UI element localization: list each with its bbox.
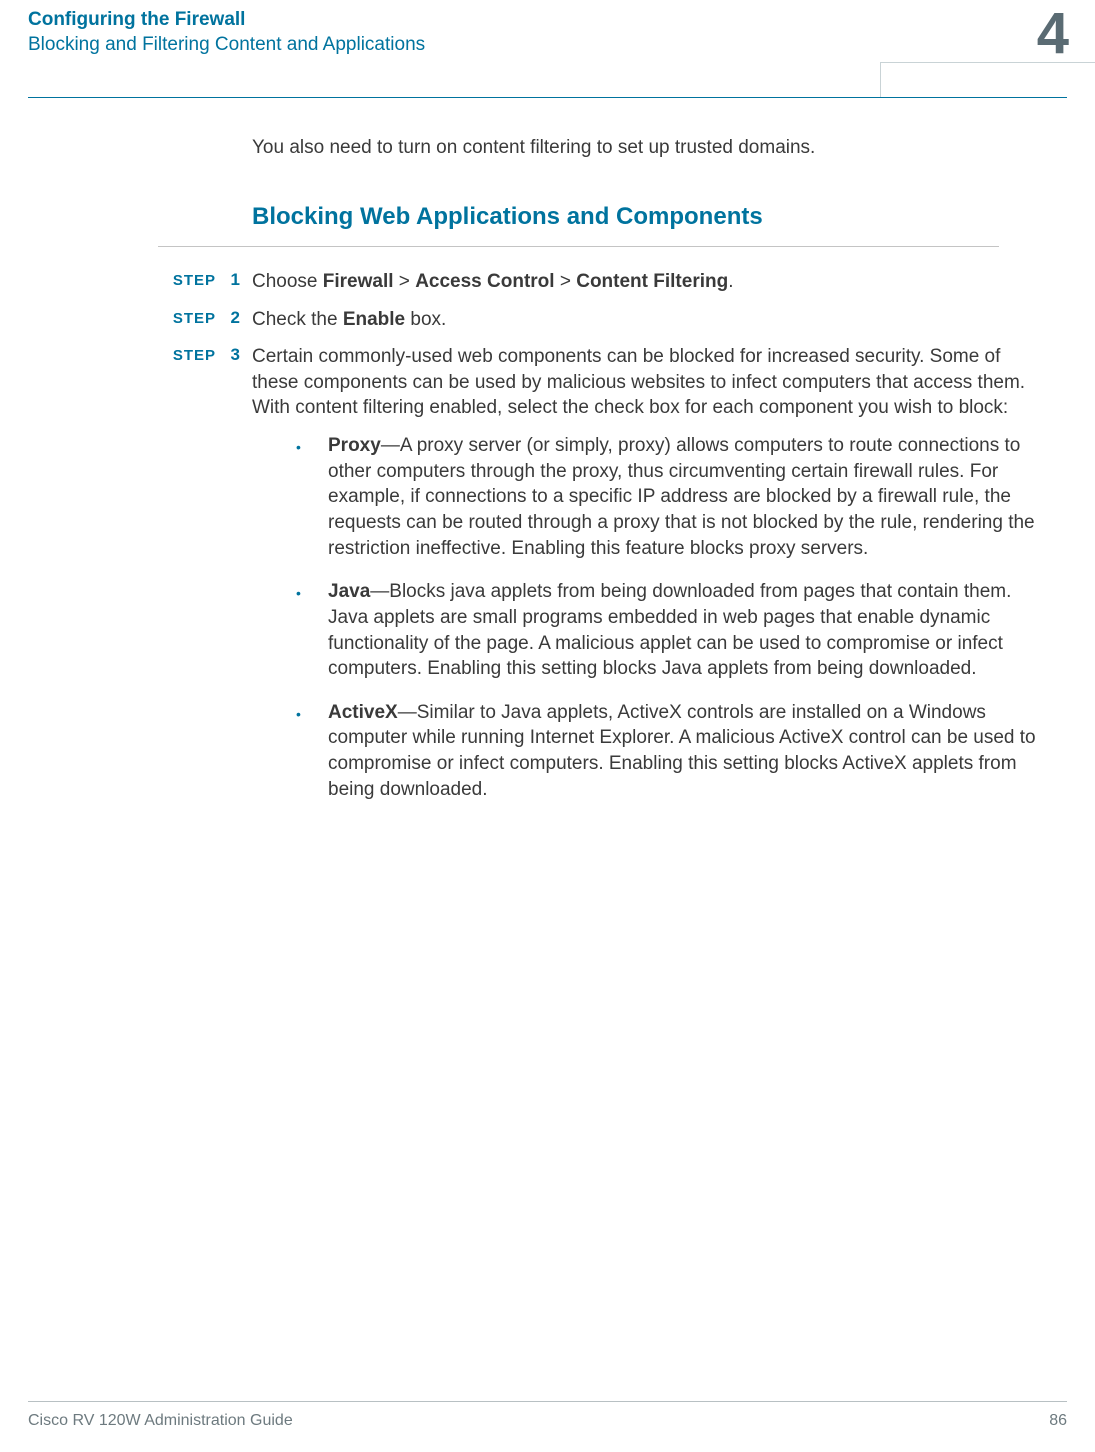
step-body: Certain commonly-used web components can…	[252, 344, 1047, 820]
breadcrumb-part: Content Filtering	[576, 271, 728, 292]
chapter-tab	[880, 62, 1095, 97]
chapter-title: Configuring the Firewall	[28, 8, 1095, 33]
step-number: 3	[220, 344, 240, 820]
description: —Blocks java applets from being download…	[328, 581, 1011, 679]
ui-label: Enable	[343, 309, 405, 330]
text: Choose	[252, 271, 323, 292]
text: box.	[405, 309, 446, 330]
text: Check the	[252, 309, 343, 330]
bullet-icon: •	[296, 700, 306, 803]
bullet-icon: •	[296, 579, 306, 682]
bullet-body: Proxy—A proxy server (or simply, proxy) …	[328, 433, 1047, 561]
step-number: 1	[220, 269, 240, 295]
footer-book-title: Cisco RV 120W Administration Guide	[28, 1412, 293, 1430]
step-body: Check the Enable box.	[252, 307, 446, 333]
page-header: Configuring the Firewall Blocking and Fi…	[0, 0, 1095, 57]
bullet-body: Java—Blocks java applets from being down…	[328, 579, 1047, 682]
step-row: STEP 1 Choose Firewall > Access Control …	[0, 269, 1047, 295]
text: .	[728, 271, 733, 292]
term: Java	[328, 581, 370, 602]
section-subtitle: Blocking and Filtering Content and Appli…	[28, 33, 1095, 58]
bullet-list: • Proxy—A proxy server (or simply, proxy…	[296, 433, 1047, 802]
step-number: 2	[220, 307, 240, 333]
list-item: • ActiveX—Similar to Java applets, Activ…	[296, 700, 1047, 803]
bullet-body: ActiveX—Similar to Java applets, ActiveX…	[328, 700, 1047, 803]
term: Proxy	[328, 435, 381, 456]
step-row: STEP 3 Certain commonly-used web compone…	[0, 344, 1047, 820]
intro-paragraph: You also need to turn on content filteri…	[252, 136, 1047, 161]
description: —Similar to Java applets, ActiveX contro…	[328, 702, 1036, 800]
step-row: STEP 2 Check the Enable box.	[0, 307, 1047, 333]
step-label: STEP	[140, 344, 216, 820]
list-item: • Proxy—A proxy server (or simply, proxy…	[296, 433, 1047, 561]
section-heading: Blocking Web Applications and Components	[252, 203, 1047, 232]
list-item: • Java—Blocks java applets from being do…	[296, 579, 1047, 682]
description: —A proxy server (or simply, proxy) allow…	[328, 435, 1035, 559]
text: >	[394, 271, 416, 292]
step-label: STEP	[140, 307, 216, 333]
text: >	[555, 271, 577, 292]
page-footer: Cisco RV 120W Administration Guide 86	[28, 1401, 1067, 1430]
page-content: You also need to turn on content filteri…	[0, 98, 1095, 820]
heading-rule	[158, 246, 999, 247]
breadcrumb-part: Firewall	[323, 271, 394, 292]
step-label: STEP	[140, 269, 216, 295]
bullet-icon: •	[296, 433, 306, 561]
step-body: Choose Firewall > Access Control > Conte…	[252, 269, 733, 295]
term: ActiveX	[328, 702, 398, 723]
text: Certain commonly-used web components can…	[252, 346, 1025, 418]
breadcrumb-part: Access Control	[415, 271, 554, 292]
chapter-number: 4	[1037, 0, 1067, 67]
footer-page-number: 86	[1049, 1412, 1067, 1430]
